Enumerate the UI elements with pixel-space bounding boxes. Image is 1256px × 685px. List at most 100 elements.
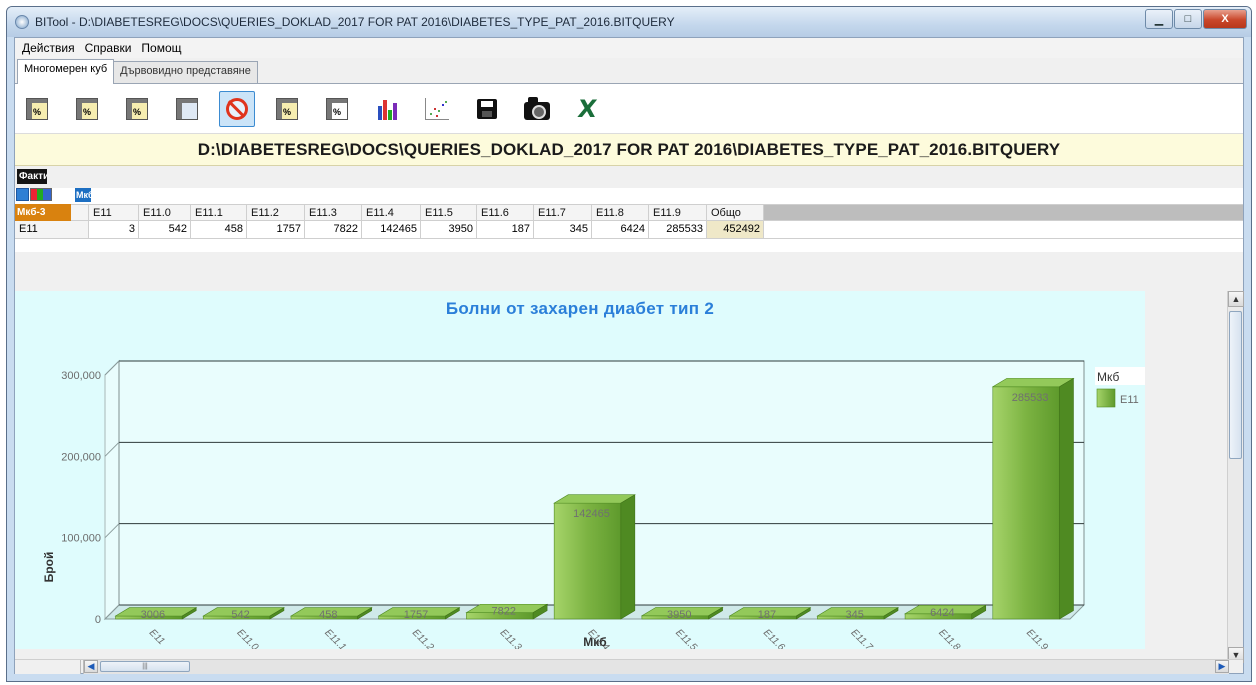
pivot-color-icon[interactable]: [30, 188, 52, 201]
no-filter-button[interactable]: [219, 90, 255, 127]
pivot-header-cell[interactable]: E11: [89, 205, 139, 220]
legend-label: E11: [1120, 394, 1139, 406]
tab-strip: Многомерен куб Дървовидно представяне: [15, 58, 1243, 84]
status-corner: [15, 660, 81, 674]
toolbar: % % % % % X: [15, 84, 1243, 134]
excel-export-button[interactable]: X: [569, 91, 605, 127]
menu-reports[interactable]: Справки: [80, 41, 137, 55]
grid-percent-alt-icon: %: [326, 97, 348, 120]
column-field-chip[interactable]: Мкб: [75, 188, 91, 202]
percent-total-button[interactable]: %: [19, 91, 55, 127]
pivot-total-cell[interactable]: 452492: [707, 221, 764, 238]
pivot-header-cell[interactable]: E11.9: [649, 205, 707, 220]
excel-export-icon: X: [575, 94, 599, 123]
x-tick-label: E11: [147, 627, 167, 647]
grid-edit-icon: [176, 97, 198, 120]
facts-field-chip[interactable]: Факти: [17, 169, 47, 184]
pivot-header-cell[interactable]: E11.0: [139, 205, 191, 220]
row-field-chip[interactable]: Мкб-3: [15, 204, 71, 221]
pivot-layout-icon[interactable]: [16, 188, 29, 201]
no-filter-icon: [226, 97, 248, 120]
x-tick-label: E11.8: [936, 627, 962, 649]
percent-row-icon: %: [76, 97, 98, 120]
pivot-header-cell[interactable]: E11.3: [305, 205, 362, 220]
percent-column-button[interactable]: %: [119, 91, 155, 127]
data-label: 7822: [492, 606, 516, 618]
x-axis-title: Мкб: [583, 635, 606, 649]
pivot-value-cell[interactable]: 1757: [247, 221, 305, 238]
x-tick-label: E11.1: [322, 627, 348, 649]
pivot-value-cell[interactable]: 542: [139, 221, 191, 238]
y-tick-label: 200,000: [61, 451, 101, 463]
tab-multidim-cube[interactable]: Многомерен куб: [17, 59, 115, 84]
pivot-header-cell[interactable]: E11.8: [592, 205, 649, 220]
grid-percent-alt-button[interactable]: %: [319, 91, 355, 127]
pivot-row-header[interactable]: E11: [15, 221, 89, 238]
pivot-value-cell[interactable]: 142465: [362, 221, 421, 238]
pivot-header-total[interactable]: Общо: [707, 205, 764, 220]
pivot-header-cell[interactable]: E11.1: [191, 205, 247, 220]
pivot-header-cell[interactable]: E11.5: [421, 205, 477, 220]
scroll-up-icon[interactable]: ▲: [1228, 291, 1244, 307]
maximize-button[interactable]: □: [1174, 9, 1202, 29]
query-path-banner: D:\DIABETESREG\DOCS\QUERIES_DOKLAD_2017 …: [15, 134, 1243, 166]
bar-chart-icon: [377, 98, 397, 120]
title-bar[interactable]: BITool - D:\DIABETESREG\DOCS\QUERIES_DOK…: [7, 7, 1251, 37]
x-tick-label: E11.6: [761, 627, 787, 649]
x-tick-label: E11.0: [234, 627, 260, 649]
data-label: 285533: [1012, 392, 1049, 404]
camera-icon: [524, 96, 550, 120]
pivot-value-cell[interactable]: 6424: [592, 221, 649, 238]
y-tick-label: 100,000: [61, 533, 101, 545]
grid-percent-icon: %: [276, 97, 298, 120]
scroll-left-icon[interactable]: ◀: [84, 660, 98, 673]
pivot-row-filler: [764, 221, 1243, 238]
pivot-value-cell[interactable]: 458: [191, 221, 247, 238]
bar-chart-button[interactable]: [369, 91, 405, 127]
x-tick-label: E11.7: [849, 627, 875, 649]
vertical-scroll-thumb[interactable]: [1229, 311, 1242, 459]
grid-percent-button[interactable]: %: [269, 91, 305, 127]
pivot-header-cell[interactable]: E11.6: [477, 205, 534, 220]
pivot-header-cell[interactable]: E11.4: [362, 205, 421, 220]
menu-bar: Действия Справки Помощ: [15, 38, 1243, 58]
pivot-value-cell[interactable]: 7822: [305, 221, 362, 238]
grid-edit-button[interactable]: [169, 91, 205, 127]
pivot-value-cell[interactable]: 345: [534, 221, 592, 238]
scatter-chart-button[interactable]: [419, 91, 455, 127]
screenshot-button[interactable]: [519, 91, 555, 127]
pivot-header-filler: [764, 205, 1243, 220]
pivot-header-cell[interactable]: E11.7: [534, 205, 592, 220]
horizontal-scrollbar[interactable]: ◀ ||| ▶: [83, 660, 1229, 674]
app-window: BITool - D:\DIABETESREG\DOCS\QUERIES_DOK…: [6, 6, 1252, 682]
pivot-header-row: E11 E11.0 E11.1 E11.2 E11.3 E11.4 E11.5 …: [71, 204, 1243, 221]
pivot-value-cell[interactable]: 3: [89, 221, 139, 238]
bottom-bar: ◀ ||| ▶: [15, 659, 1243, 674]
percent-column-icon: %: [126, 97, 148, 120]
scroll-right-icon[interactable]: ▶: [1215, 660, 1229, 673]
horizontal-scroll-thumb[interactable]: |||: [100, 661, 190, 672]
x-tick-label: E11.5: [673, 627, 699, 649]
chart-panel: Болни от захарен диабет тип 2 0 100,000 20…: [15, 291, 1145, 649]
menu-actions[interactable]: Действия: [17, 41, 80, 55]
pivot-grid: Мкб Мкб-3 E11 E11.0 E11.1 E11.2 E11.3 E1…: [15, 188, 1243, 252]
bar: [992, 386, 1060, 620]
scatter-chart-icon: [425, 97, 449, 120]
pivot-value-cell[interactable]: 3950: [421, 221, 477, 238]
pivot-header-cell[interactable]: E11.2: [247, 205, 305, 220]
menu-help[interactable]: Помощ: [136, 41, 186, 55]
data-label: 187: [758, 609, 776, 621]
minimize-button[interactable]: ▁: [1145, 9, 1173, 29]
pivot-value-cell[interactable]: 187: [477, 221, 534, 238]
close-button[interactable]: X: [1203, 9, 1247, 29]
app-icon: [15, 15, 29, 29]
bar-side: [1059, 377, 1074, 620]
save-button[interactable]: [469, 91, 505, 127]
window-title: BITool - D:\DIABETESREG\DOCS\QUERIES_DOK…: [35, 15, 675, 29]
pivot-value-cell[interactable]: 285533: [649, 221, 707, 238]
save-disk-icon: [477, 98, 497, 119]
tab-tree-view[interactable]: Дървовидно представяне: [113, 61, 258, 83]
data-label: 3950: [667, 609, 691, 621]
percent-row-button[interactable]: %: [69, 91, 105, 127]
vertical-scrollbar[interactable]: ▲ ▼: [1227, 291, 1244, 663]
